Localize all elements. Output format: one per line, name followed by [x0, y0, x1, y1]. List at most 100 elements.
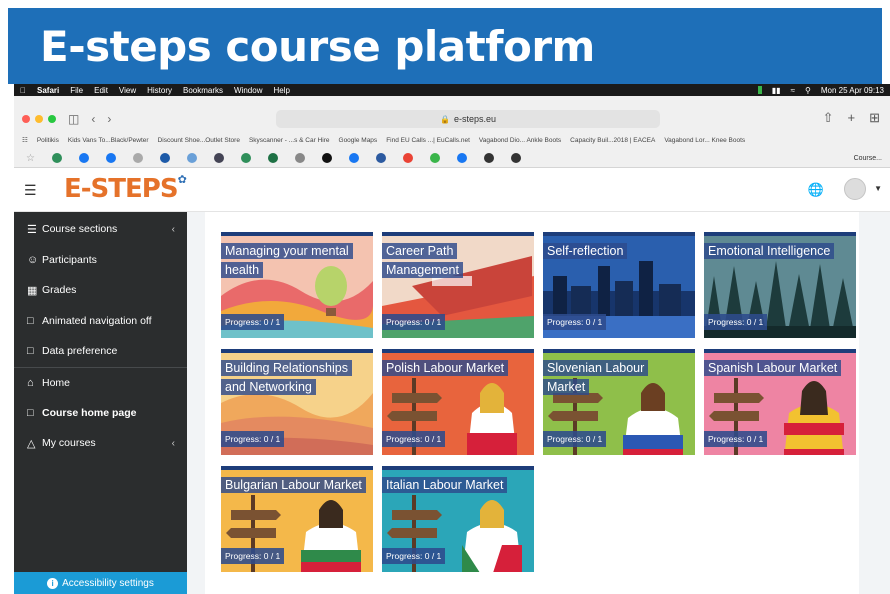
tab-favicon[interactable]: [51, 153, 62, 163]
tab-favicon[interactable]: [78, 153, 89, 163]
tab-favicon[interactable]: [375, 153, 386, 163]
course-grid: Managing your mental health Progress: 0 …: [205, 212, 859, 594]
sidebar-item-grades[interactable]: ▦ Grades: [14, 278, 187, 302]
tab-favicon[interactable]: [159, 153, 170, 163]
progress-label: Progress: 0 / 1: [704, 431, 768, 447]
apple-icon[interactable]: : [20, 86, 26, 95]
user-avatar[interactable]: [844, 178, 866, 200]
bookmark-item[interactable]: Google Maps: [339, 137, 378, 144]
tab-favicon[interactable]: [429, 153, 440, 163]
favorites-star-icon[interactable]: ☆: [26, 153, 35, 164]
address-bar[interactable]: 🔒 e-steps.eu: [276, 110, 660, 128]
sidebar-toggle-icon[interactable]: ◫: [68, 112, 79, 126]
menu-help[interactable]: Help: [273, 86, 289, 95]
tab-favicon[interactable]: [132, 153, 143, 163]
course-tile[interactable]: Managing your mental health Progress: 0 …: [221, 232, 373, 338]
chevron-down-icon[interactable]: ▼: [874, 184, 882, 193]
banner-title: E-steps course platform: [40, 21, 595, 71]
course-title: Building Relationships and Networking: [221, 359, 366, 397]
sidebar-item-animated-navigation[interactable]: □ Animated navigation off: [14, 309, 187, 333]
zoom-window-icon[interactable]: [48, 115, 56, 123]
new-tab-icon[interactable]: +: [848, 110, 856, 126]
menu-history[interactable]: History: [147, 86, 172, 95]
close-window-icon[interactable]: [22, 115, 30, 123]
forward-icon[interactable]: ›: [107, 112, 111, 126]
sidebar-item-label: Grades: [42, 284, 77, 296]
wifi-icon[interactable]: ≈: [791, 86, 795, 95]
tab-favicon[interactable]: [105, 153, 116, 163]
progress-label: Progress: 0 / 1: [543, 431, 607, 447]
tab-favicon[interactable]: [186, 153, 197, 163]
progress-label: Progress: 0 / 1: [221, 548, 285, 564]
folder-icon: □: [27, 407, 34, 419]
share-icon[interactable]: ⇧: [823, 110, 834, 126]
bookmark-item[interactable]: Capacity Buil...2018 | EACEA: [570, 137, 655, 144]
menu-file[interactable]: File: [70, 86, 83, 95]
tab-favicon[interactable]: [456, 153, 467, 163]
menu-edit[interactable]: Edit: [94, 86, 108, 95]
menu-window[interactable]: Window: [234, 86, 262, 95]
battery-icon[interactable]: ▮▮: [772, 86, 781, 95]
course-tile[interactable]: Italian Labour Market Progress: 0 / 1: [382, 466, 534, 572]
menu-view[interactable]: View: [119, 86, 136, 95]
bookmark-item[interactable]: Politikis: [37, 137, 59, 144]
nav-drawer: ☰ Course sections ‹ ☺ Participants ▦ Gra…: [14, 212, 187, 594]
accessibility-label: Accessibility settings: [62, 577, 154, 589]
course-title: Self-reflection: [543, 242, 688, 261]
logo-text: E-STEPS: [64, 174, 179, 204]
hamburger-menu-icon[interactable]: ☰: [24, 182, 37, 199]
tab-favicon[interactable]: [402, 153, 413, 163]
menu-app-name[interactable]: Safari: [37, 86, 59, 95]
site-logo[interactable]: E-STEPS✿: [64, 173, 187, 204]
course-title: Bulgarian Labour Market: [221, 476, 366, 495]
sidebar-item-course-sections[interactable]: ☰ Course sections ‹: [14, 217, 187, 241]
tab-favicon[interactable]: [267, 153, 278, 163]
tab-overview-icon[interactable]: ⊞: [869, 110, 880, 126]
accessibility-settings-button[interactable]: i Accessibility settings: [14, 572, 187, 594]
title-banner: E-steps course platform: [8, 8, 882, 84]
url-text: e-steps.eu: [453, 114, 496, 124]
graduation-cap-icon: △: [27, 437, 36, 450]
active-tab-title[interactable]: Course...: [854, 155, 890, 162]
datetime[interactable]: Mon 25 Apr 09:13: [821, 86, 884, 95]
course-tile[interactable]: Emotional Intelligence Progress: 0 / 1: [704, 232, 856, 338]
sidebar-item-participants[interactable]: ☺ Participants: [14, 248, 187, 272]
list-icon: ☰: [27, 223, 37, 236]
sidebar-item-home[interactable]: ⌂ Home: [14, 371, 187, 395]
search-icon[interactable]: ⚲: [805, 86, 811, 95]
bookmark-item[interactable]: Vagabond Dio... Ankle Boots: [479, 137, 561, 144]
tab-favicon[interactable]: [483, 153, 494, 163]
window-controls: [22, 115, 56, 123]
course-tile[interactable]: Polish Labour Market Progress: 0 / 1: [382, 349, 534, 455]
sidebar-item-data-preference[interactable]: □ Data preference: [14, 339, 187, 363]
bookmark-item[interactable]: Discount Shoe...Outlet Store: [158, 137, 240, 144]
progress-label: Progress: 0 / 1: [382, 431, 446, 447]
course-tile[interactable]: Spanish Labour Market Progress: 0 / 1: [704, 349, 856, 455]
bookmark-item[interactable]: Kids Vans To...Black/Pewter: [68, 137, 149, 144]
tab-favicon[interactable]: [240, 153, 251, 163]
tab-favicon[interactable]: [348, 153, 359, 163]
bookmark-item[interactable]: Skyscanner - ...s & Car Hire: [249, 137, 330, 144]
course-tile[interactable]: Career Path Management Progress: 0 / 1: [382, 232, 534, 338]
tab-favicon[interactable]: [294, 153, 305, 163]
menu-bookmarks[interactable]: Bookmarks: [183, 86, 223, 95]
bookmark-item[interactable]: Vagabond Lor... Knee Boots: [664, 137, 745, 144]
course-tile[interactable]: Slovenian Labour Market Progress: 0 / 1: [543, 349, 695, 455]
course-tile[interactable]: Building Relationships and Networking Pr…: [221, 349, 373, 455]
bookmark-item[interactable]: Find EU Calls ...| EuCalls.net: [386, 137, 470, 144]
globe-icon[interactable]: 🌐: [808, 182, 824, 198]
course-tile[interactable]: Self-reflection Progress: 0 / 1: [543, 232, 695, 338]
bookmarks-grid-icon[interactable]: ☷: [22, 136, 28, 144]
sidebar-item-my-courses[interactable]: △ My courses ‹: [14, 431, 187, 455]
sidebar-item-course-home[interactable]: □ Course home page: [14, 401, 187, 425]
course-tile[interactable]: Bulgarian Labour Market Progress: 0 / 1: [221, 466, 373, 572]
tab-favicon[interactable]: [321, 153, 332, 163]
tab-favicon[interactable]: [510, 153, 521, 163]
tab-favicon[interactable]: [213, 153, 224, 163]
back-icon[interactable]: ‹: [91, 112, 95, 126]
progress-label: Progress: 0 / 1: [221, 314, 285, 330]
sidebar-item-label: Participants: [42, 254, 97, 266]
minimize-window-icon[interactable]: [35, 115, 43, 123]
table-icon: ▦: [27, 284, 38, 297]
tab-bar: ☆ Course...: [14, 148, 890, 167]
